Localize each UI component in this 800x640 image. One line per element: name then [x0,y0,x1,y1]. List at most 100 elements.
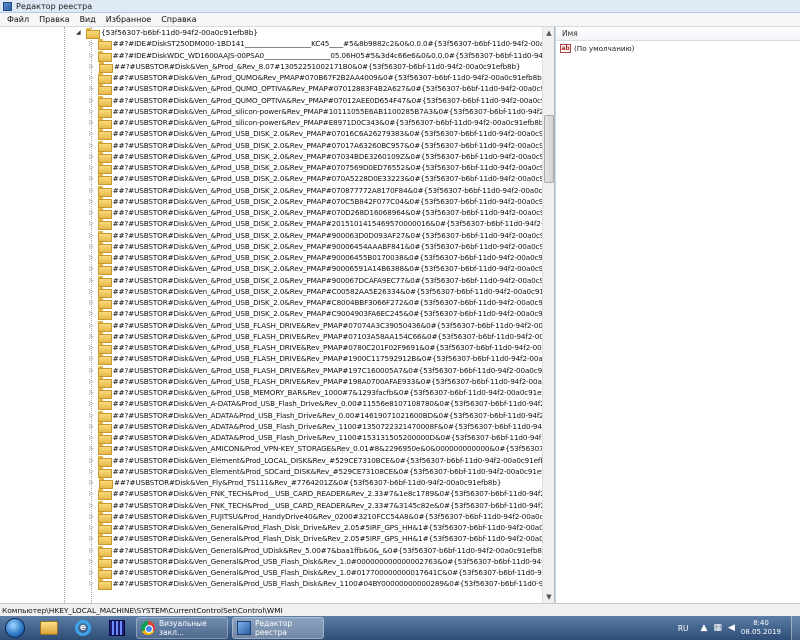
start-button[interactable] [0,616,30,640]
expand-arrow-icon[interactable]: ▷ [89,220,94,227]
tree-node[interactable]: ▷ ##?#USBSTOR#Disk&Ven_General&Prod_Flash… [0,533,554,546]
tree-node[interactable]: ▷ ##?#USBSTOR#Disk&Ven_&Prod_USB_DISK_2.0… [0,185,554,197]
expand-arrow-icon[interactable]: ▷ [89,502,94,509]
tree-node[interactable]: ▷ ##?#USBSTOR#Disk&Ven_&Prod_USB_FLASH_DR… [0,342,554,355]
registry-tree[interactable]: ◢ {53f56307-b6bf-11d0-94f2-00a0c91efb8b}… [0,27,555,603]
menu-file[interactable]: Файл [2,15,34,24]
expand-arrow-icon[interactable]: ▷ [89,288,94,295]
tree-node[interactable]: ▷ ##?#USBSTOR#Disk&Ven_ADATA&Prod_USB_Fla… [0,432,554,445]
tree-node[interactable]: ▷ ##?#USBSTOR#Disk&Ven_&Prod_QUMO_OPTIVA&… [0,95,554,107]
expand-arrow-icon[interactable]: ▷ [89,52,94,59]
tree-node[interactable]: ▷ ##?#USBSTOR#Disk&Ven_&Prod_USB_FLASH_DR… [0,376,554,388]
tree-node[interactable]: ▷ ##?#IDE#DiskST250DM000-1BD141__________… [0,38,554,51]
expand-arrow-icon[interactable]: ▷ [89,344,94,351]
expand-arrow-icon[interactable]: ▷ [89,153,94,160]
media-taskbar-button[interactable] [102,617,132,639]
regedit-task-button[interactable]: Редактор реестра [232,617,324,639]
tree-node[interactable]: ▷ ##?#USBSTOR#Disk&Ven_&Prod_USB_DISK_2.0… [0,263,554,276]
expand-arrow-icon[interactable]: ▷ [89,175,94,182]
tree-node[interactable]: ▷ ##?#USBSTOR#Disk&Ven_&Prod_USB_FLASH_DR… [0,365,554,377]
tree-node[interactable]: ▷ ##?#USBSTOR#Disk&Ven_&Prod_USB_DISK_2.0… [0,252,554,265]
tree-node[interactable]: ▷ ##?#USBSTOR#Disk&Ven_&Prod_USB_MEMORY_B… [0,387,554,400]
tree-node[interactable]: ▷ ##?#USBSTOR#Disk&Ven_&Prod_silicon-powe… [0,117,548,130]
expand-arrow-icon[interactable]: ▷ [89,254,94,261]
tree-node[interactable]: ▷ ##?#USBSTOR#Disk&Ven_&Prod_USB_DISK_2.0… [0,241,554,253]
tree-node[interactable]: ▷ ##?#USBSTOR#Disk&Ven_&Prod_USB_DISK_2.0… [0,218,554,231]
expand-arrow-icon[interactable]: ▷ [89,74,94,81]
expand-arrow-icon[interactable]: ▷ [89,389,94,396]
tree-node[interactable]: ▷ ##?#USBSTOR#Disk&Ven_&Prod_USB_DISK_2.0… [0,275,554,287]
expand-arrow-icon[interactable]: ▷ [89,40,94,47]
expand-arrow-icon[interactable]: ▷ [89,445,94,452]
tree-node[interactable]: ▷ ##?#USBSTOR#Disk&Ven_General&Prod_USB_F… [0,578,554,591]
show-desktop-button[interactable] [791,616,800,640]
tree-node[interactable]: ▷ ##?#USBSTOR#Disk&Ven_&Prod_QUMO&Rev_PMA… [0,72,546,85]
tree-node[interactable]: ▷ ##?#USBSTOR#Disk&Ven_&Prod_USB_DISK_2.0… [0,207,554,220]
tree-node[interactable]: ▷ ##?#USBSTOR#Disk&Ven_&Prod_USB_DISK_2.0… [0,286,554,298]
clock[interactable]: 8:40 08.05.2019 [741,619,781,637]
tree-node[interactable]: ▷ ##?#USBSTOR#Disk&Ven_&Prod_USB_DISK_2.0… [0,162,554,175]
tree-node[interactable]: ▷ ##?#USBSTOR#Disk&Ven_ADATA&Prod_USB_Fla… [0,421,554,433]
expand-arrow-icon[interactable]: ▷ [89,524,94,531]
tree-node[interactable]: ▷ ##?#USBSTOR#Disk&Ven_&Prod_USB_DISK_2.0… [0,128,554,141]
expand-arrow-icon[interactable]: ▷ [89,164,94,171]
chrome-task-button[interactable]: Визуальные закл... [136,617,228,639]
menu-edit[interactable]: Правка [34,15,74,24]
expand-arrow-icon[interactable]: ▷ [89,490,94,497]
tree-node[interactable]: ▷ ##?#USBSTOR#Disk&Ven_&Prod_USB_FLASH_DR… [0,331,554,343]
ie-taskbar-button[interactable]: e [68,617,98,639]
scroll-thumb[interactable] [544,115,554,183]
expand-arrow-icon[interactable]: ▷ [89,400,94,407]
expand-arrow-icon[interactable]: ▷ [89,569,94,576]
expand-arrow-icon[interactable]: ▷ [89,130,94,137]
tree-node[interactable]: ▷ ##?#IDE#DiskWDC_WD1600AAJS-00PSA0______… [0,50,554,62]
expand-arrow-icon[interactable]: ▷ [89,333,94,340]
expand-arrow-icon[interactable]: ▷ [89,468,94,475]
expand-arrow-icon[interactable]: ▷ [89,322,94,329]
tree-node[interactable]: ▷ ##?#USBSTOR#Disk&Ven_&Prod_USB_DISK_2.0… [0,308,554,321]
menu-help[interactable]: Справка [156,15,201,24]
expand-arrow-icon[interactable]: ▷ [89,142,94,149]
expand-arrow-icon[interactable]: ▷ [89,434,94,441]
expand-arrow-icon[interactable]: ▷ [89,547,94,554]
network-icon[interactable]: ▦ [713,623,722,633]
expand-arrow-icon[interactable]: ▷ [89,558,94,565]
tree-node[interactable]: ▷ ##?#USBSTOR#Disk&Ven_ADATA&Prod_USB_Fla… [0,410,554,422]
tree-node[interactable]: ▷ ##?#USBSTOR#Disk&Ven_FUJITSU&Prod_Handy… [0,511,554,523]
tree-node[interactable]: ▷ ##?#USBSTOR#Disk&Ven_&Prod_USB_DISK_2.0… [0,297,554,310]
expand-arrow-icon[interactable]: ▷ [89,457,94,464]
expand-arrow-icon[interactable]: ▷ [89,97,94,104]
collapse-arrow-icon[interactable]: ◢ [76,29,82,36]
expand-arrow-icon[interactable]: ▷ [89,423,94,430]
tree-node[interactable]: ▷ ##?#USBSTOR#Disk&Ven_General&Prod_UDisk… [0,545,551,557]
expand-arrow-icon[interactable]: ▷ [89,63,95,70]
tree-node[interactable]: ▷ ##?#USBSTOR#Disk&Ven_&Prod_USB_DISK_2.0… [0,173,554,186]
expand-arrow-icon[interactable]: ▷ [89,198,94,205]
expand-arrow-icon[interactable]: ▷ [89,367,94,374]
expand-arrow-icon[interactable]: ▷ [89,535,94,542]
tree-node[interactable]: ▷ ##?#USBSTOR#Disk&Ven_FNK_TECH&Prod__USB… [0,500,554,512]
expand-arrow-icon[interactable]: ▷ [89,119,94,126]
value-row-default[interactable]: ab (По умолчанию) [556,42,800,54]
expand-arrow-icon[interactable]: ▷ [89,232,94,239]
tree-node[interactable]: ▷ ##?#USBSTOR#Disk&Ven_General&Prod_USB_F… [0,556,554,568]
column-name-header[interactable]: Имя [562,29,578,38]
expand-arrow-icon[interactable]: ▷ [89,108,94,115]
expand-arrow-icon[interactable]: ▷ [89,209,94,216]
tree-node[interactable]: ▷ ##?#USBSTOR#Disk&Ven_Element&Prod_LOCAL… [0,455,554,467]
menu-view[interactable]: Вид [75,15,101,24]
expand-arrow-icon[interactable]: ▷ [89,378,94,385]
expand-arrow-icon[interactable]: ▷ [89,355,94,362]
tray-arrow-icon[interactable]: ▲ [701,623,708,633]
expand-arrow-icon[interactable]: ▷ [89,265,94,272]
tree-node[interactable]: ▷ ##?#USBSTOR#Disk&Ven_&Prod_QUMO_OPTIVA&… [0,83,554,96]
scroll-up-icon[interactable]: ▲ [543,27,554,39]
values-pane[interactable]: Имя ab (По умолчанию) [556,27,800,603]
tree-node[interactable]: ▷ ##?#USBSTOR#Disk&Ven_FNK_TECH&Prod__USB… [0,488,554,501]
tree-node[interactable]: ▷ ##?#USBSTOR#Disk&Ven_&Prod_USB_DISK_2.0… [0,196,554,208]
expand-arrow-icon[interactable]: ▷ [89,85,94,92]
expand-arrow-icon[interactable]: ▷ [89,310,94,317]
expand-arrow-icon[interactable]: ▷ [89,580,94,587]
expand-arrow-icon[interactable]: ▷ [89,412,94,419]
tree-node[interactable]: ▷ ##?#USBSTOR#Disk&Ven_&Prod_USB_DISK_2.0… [0,230,554,242]
